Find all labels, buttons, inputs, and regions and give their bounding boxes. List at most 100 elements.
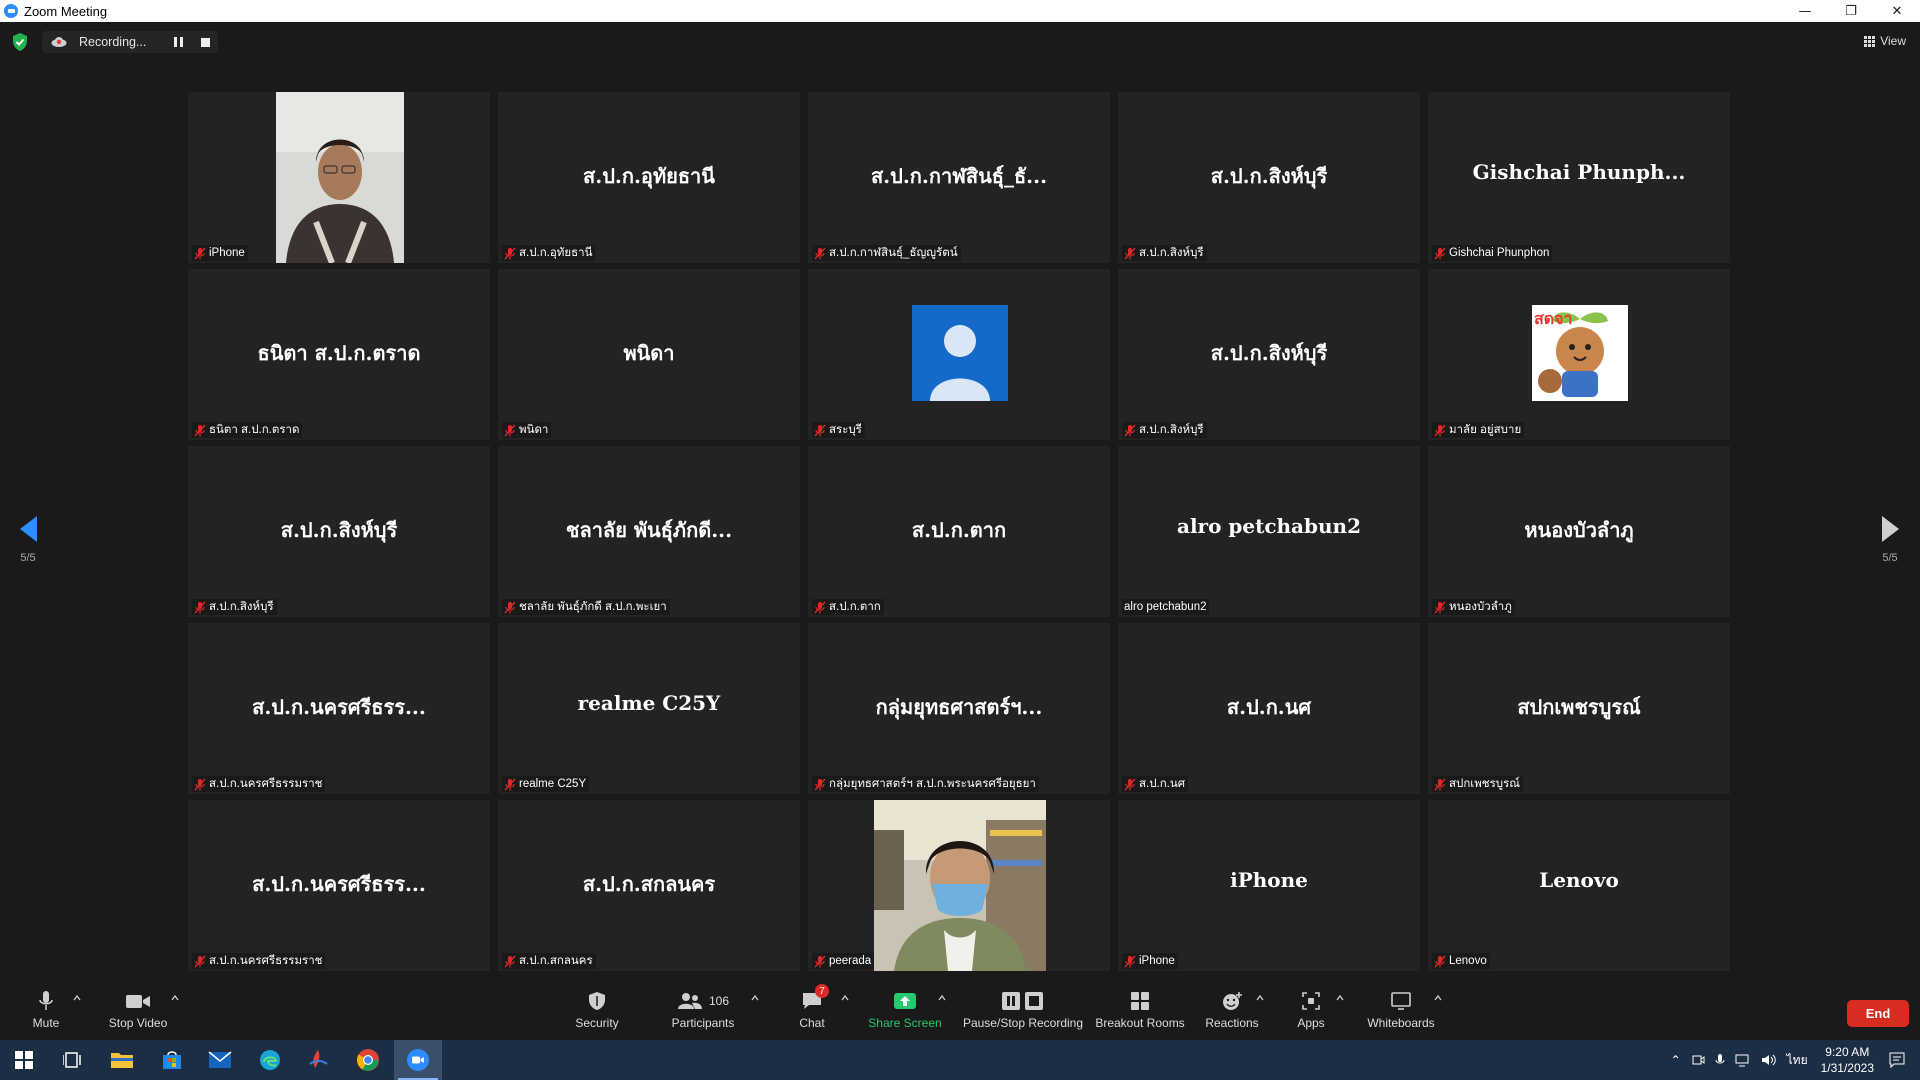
participant-tile[interactable]: realme C25Y realme C25Y [498, 623, 800, 794]
pause-stop-recording-button[interactable]: Pause/Stop Recording [962, 988, 1084, 1036]
microphone-tray-icon[interactable] [1715, 1053, 1725, 1067]
whiteboards-options-chevron-icon[interactable] [1434, 994, 1442, 1002]
notifications-icon[interactable] [1888, 1051, 1906, 1069]
participant-tile[interactable]: ส.ป.ก.กาฬสินธุ์_ธั... ส.ป.ก.กาฬสินธุ์_ธัญ… [808, 92, 1110, 263]
muted-microphone-icon [1124, 247, 1136, 259]
muted-microphone-icon [1434, 247, 1446, 259]
windows-start-button[interactable] [0, 1040, 48, 1080]
shield-icon [589, 992, 605, 1010]
breakout-rooms-button[interactable]: Breakout Rooms [1095, 988, 1185, 1036]
participant-tile[interactable]: iPhone iPhone [1118, 800, 1420, 971]
participants-button[interactable]: 106 Participants [668, 988, 738, 1036]
participant-tile[interactable]: ส.ป.ก.นศ ส.ป.ก.นศ [1118, 623, 1420, 794]
participant-name-label: alro petchabun2 [1122, 599, 1210, 615]
clock[interactable]: 9:20 AM 1/31/2023 [1821, 1044, 1874, 1076]
participant-tile[interactable]: alro petchabun2 alro petchabun2 [1118, 446, 1420, 617]
participant-tile[interactable]: พนิดา พนิดา [498, 269, 800, 440]
apps-button[interactable]: Apps [1296, 988, 1326, 1036]
participant-display-name: ชลาลัย พันธุ์ภักดี... [565, 518, 733, 542]
participant-display-name: หนองบัวลำภู [1524, 518, 1634, 542]
participant-name-label: realme C25Y [502, 776, 590, 792]
participant-tile[interactable]: ส.ป.ก.สิงห์บุรี ส.ป.ก.สิงห์บุรี [188, 446, 490, 617]
video-camera-icon [126, 995, 150, 1008]
participant-tile[interactable]: ส.ป.ก.สิงห์บุรี ส.ป.ก.สิงห์บุรี [1118, 269, 1420, 440]
security-button[interactable]: Security [572, 988, 622, 1036]
show-hidden-icons-chevron-icon[interactable]: ⌃ [1671, 1053, 1681, 1067]
participants-options-chevron-icon[interactable] [751, 994, 759, 1002]
close-button[interactable]: ✕ [1874, 0, 1920, 22]
pause-recording-button[interactable] [174, 37, 183, 47]
participant-label-text: ส.ป.ก.สิงห์บุรี [209, 601, 274, 613]
participant-tile[interactable]: ส.ป.ก.อุทัยธานี ส.ป.ก.อุทัยธานี [498, 92, 800, 263]
taskbar-pdf-app[interactable] [294, 1040, 342, 1080]
participant-label-text: ส.ป.ก.อุทัยธานี [519, 247, 593, 259]
end-meeting-button[interactable]: End [1847, 1000, 1909, 1027]
participant-tile[interactable]: Lenovo Lenovo [1428, 800, 1730, 971]
store-bag-icon [163, 1051, 181, 1069]
taskbar-store[interactable] [148, 1040, 196, 1080]
share-screen-button[interactable]: Share Screen [868, 988, 942, 1036]
mute-options-chevron-icon[interactable] [73, 994, 81, 1002]
taskbar-chrome[interactable] [344, 1040, 392, 1080]
share-options-chevron-icon[interactable] [938, 994, 946, 1002]
default-avatar-icon [912, 305, 1008, 401]
sticker-profile-picture: สดจา [1532, 305, 1628, 401]
next-page-button[interactable]: 5/5 [1880, 516, 1900, 564]
input-language[interactable]: ไทย [1787, 1051, 1808, 1070]
participant-video [276, 92, 404, 263]
shield-check-icon[interactable] [12, 33, 28, 51]
participant-name-label: ส.ป.ก.นครศรีธรรมราช [192, 953, 326, 969]
view-button[interactable]: View [1864, 34, 1906, 48]
stop-video-button[interactable]: Stop Video [104, 988, 172, 1036]
taskbar-file-explorer[interactable] [98, 1040, 146, 1080]
participant-tile[interactable]: ส.ป.ก.นครศรีธรร... ส.ป.ก.นครศรีธรรมราช [188, 800, 490, 971]
participant-tile[interactable]: กลุ่มยุทธศาสตร์ฯ... กลุ่มยุทธศาสตร์ฯ ส.ป.… [808, 623, 1110, 794]
participant-display-name: ธนิตา ส.ป.ก.ตราด [257, 341, 421, 365]
participant-name-label: ชลาลัย พันธุ์ภักดี ส.ป.ก.พะเยา [502, 599, 670, 615]
minimize-button[interactable]: — [1782, 0, 1828, 22]
participant-label-text: Gishchai Phunphon [1449, 247, 1550, 259]
whiteboards-button[interactable]: Whiteboards [1366, 988, 1436, 1036]
participant-display-name: Lenovo [1539, 868, 1619, 892]
apps-options-chevron-icon[interactable] [1336, 994, 1344, 1002]
participant-display-name: ส.ป.ก.นครศรีธรร... [252, 872, 426, 896]
participant-label-text: มาลัย อยู่สบาย [1449, 424, 1522, 436]
taskbar-edge[interactable] [246, 1040, 294, 1080]
volume-icon[interactable] [1761, 1053, 1777, 1067]
view-label: View [1880, 34, 1906, 48]
page-count-right: 5/5 [1882, 552, 1898, 564]
participant-tile[interactable]: ส.ป.ก.นครศรีธรร... ส.ป.ก.นครศรีธรรมราช [188, 623, 490, 794]
participant-tile[interactable]: สปกเพชรบูรณ์ สปกเพชรบูรณ์ [1428, 623, 1730, 794]
participant-display-name: สปกเพชรบูรณ์ [1517, 695, 1641, 719]
reactions-options-chevron-icon[interactable] [1256, 994, 1264, 1002]
restore-button[interactable]: ❐ [1828, 0, 1874, 22]
reactions-button[interactable]: Reactions [1204, 988, 1260, 1036]
participant-tile[interactable]: สดจามาลัย อยู่สบาย [1428, 269, 1730, 440]
meet-now-icon[interactable] [1691, 1053, 1705, 1067]
participant-name-label: ส.ป.ก.อุทัยธานี [502, 245, 596, 261]
taskbar-mail[interactable] [196, 1040, 244, 1080]
participant-tile[interactable]: ส.ป.ก.ตาก ส.ป.ก.ตาก [808, 446, 1110, 617]
taskbar-zoom[interactable] [394, 1040, 442, 1080]
participant-tile[interactable]: ชลาลัย พันธุ์ภักดี... ชลาลัย พันธุ์ภักดี … [498, 446, 800, 617]
task-view-button[interactable] [48, 1040, 96, 1080]
chat-options-chevron-icon[interactable] [841, 994, 849, 1002]
mute-button[interactable]: Mute [28, 988, 64, 1036]
network-icon[interactable] [1735, 1053, 1751, 1067]
stop-recording-button[interactable] [201, 38, 210, 47]
share-screen-label: Share Screen [868, 1016, 942, 1030]
participant-tile[interactable]: iPhone [188, 92, 490, 263]
participant-tile[interactable]: ส.ป.ก.สิงห์บุรี ส.ป.ก.สิงห์บุรี [1118, 92, 1420, 263]
video-options-chevron-icon[interactable] [171, 994, 179, 1002]
participant-tile[interactable]: สระบุรี [808, 269, 1110, 440]
participant-tile[interactable]: Gishchai Phunph... Gishchai Phunphon [1428, 92, 1730, 263]
participant-tile[interactable]: ธนิตา ส.ป.ก.ตราด ธนิตา ส.ป.ก.ตราด [188, 269, 490, 440]
participant-tile[interactable]: หนองบัวลำภู หนองบัวลำภู [1428, 446, 1730, 617]
grid-view-icon [1864, 35, 1876, 47]
window-title: Zoom Meeting [24, 3, 108, 19]
previous-page-button[interactable]: 5/5 [18, 516, 38, 564]
participant-tile[interactable]: ส.ป.ก.สกลนคร ส.ป.ก.สกลนคร [498, 800, 800, 971]
arrow-right-icon [1881, 516, 1899, 542]
chat-button[interactable]: 7 Chat [796, 984, 829, 1036]
participant-tile[interactable]: peerada [808, 800, 1110, 971]
